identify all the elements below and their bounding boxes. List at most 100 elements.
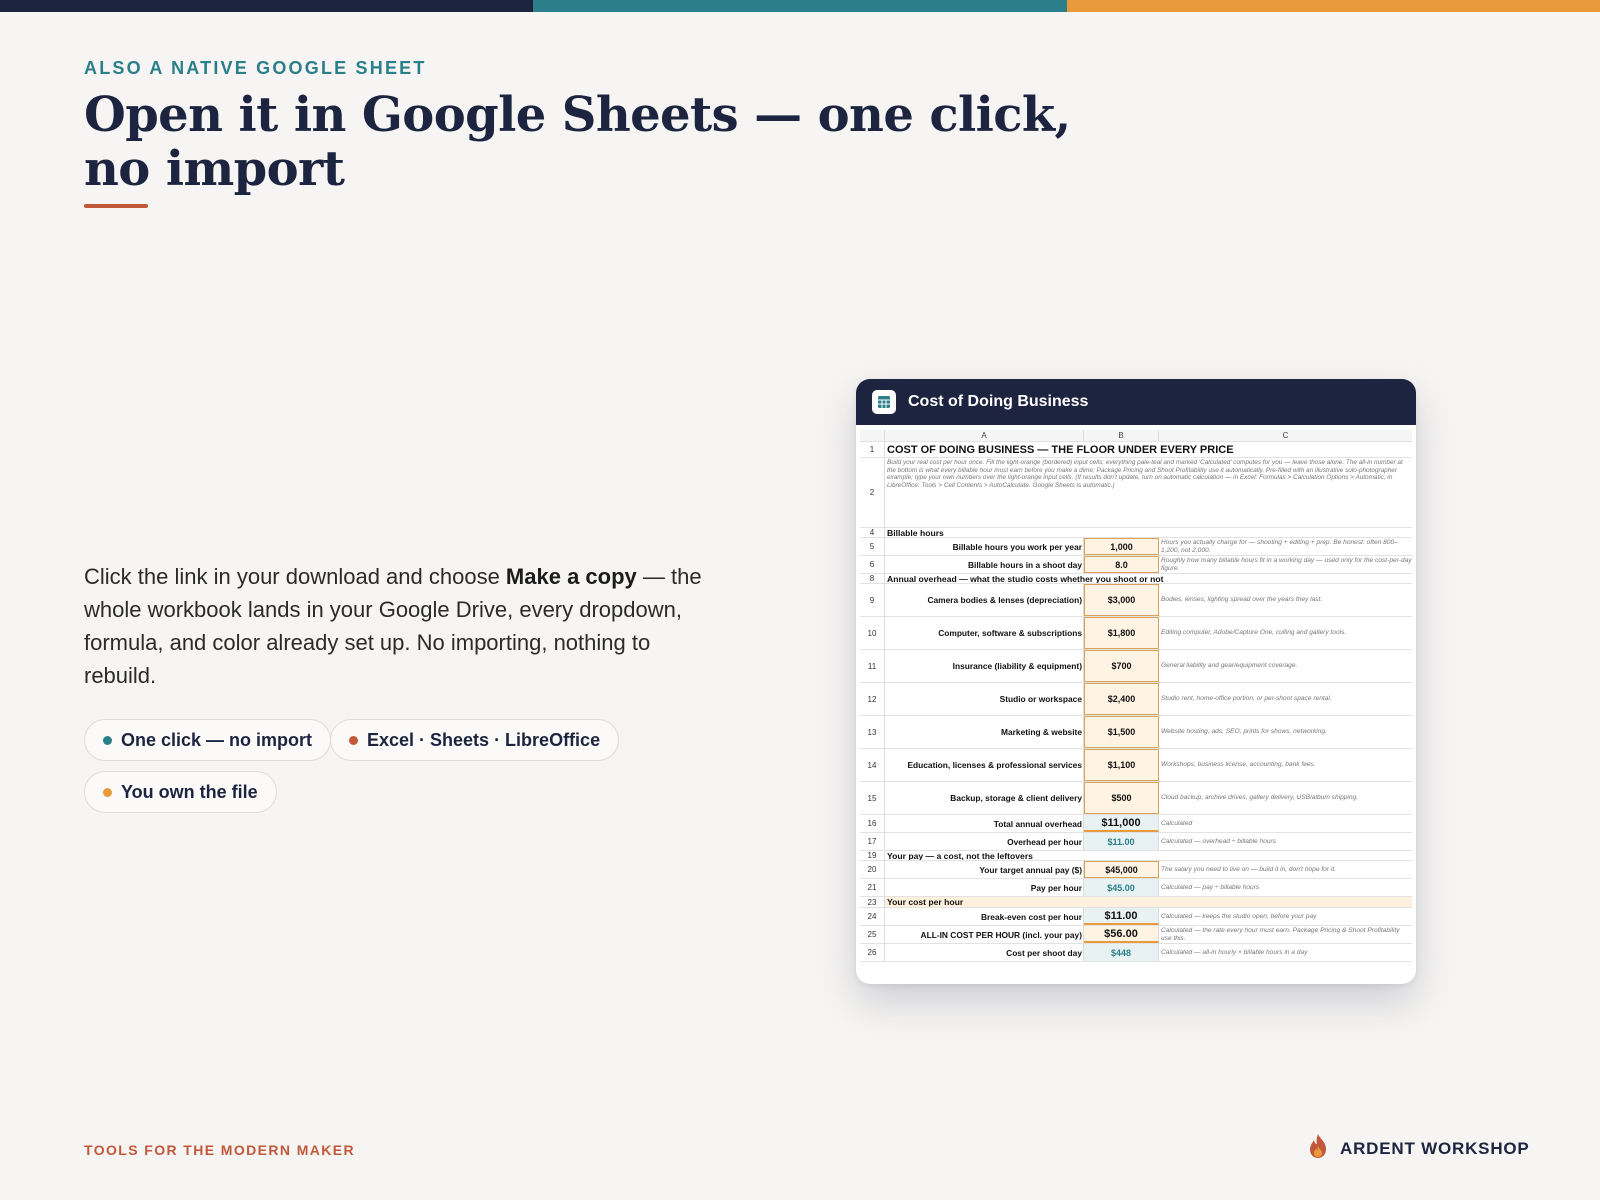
row-label-cell: Break-even cost per hour	[885, 908, 1084, 925]
calculated-value-cell: $56.00	[1084, 926, 1159, 943]
column-header: C	[1282, 430, 1289, 440]
sheet-row: 15 Backup, storage & client delivery $500 C…	[860, 782, 1412, 815]
note-cell: Hours you actually charge for — shooting…	[1161, 539, 1398, 554]
row-label-cell: Insurance (liability & equipment)	[885, 650, 1084, 682]
calculated-value-cell: $11,000	[1084, 815, 1159, 832]
top-color-bar	[0, 0, 1600, 12]
eyebrow-label: ALSO A NATIVE GOOGLE SHEET	[84, 58, 427, 78]
row-label-cell: ALL-IN COST PER HOUR (incl. your pay)	[885, 926, 1084, 943]
row-label-cell: Total annual overhead	[885, 815, 1084, 832]
note-cell: General liability and gear/equipment cov…	[1161, 662, 1298, 670]
sheet-row: 17 Overhead per hour $11.00 Calculated — ov…	[860, 833, 1412, 851]
sheet-row: 1 COST OF DOING BUSINESS — THE FLOOR UNDE…	[860, 442, 1412, 458]
row-number: 16	[860, 815, 885, 832]
calculated-value-cell: $45.00	[1084, 879, 1159, 896]
note-cell: Editing computer, Adobe/Capture One, cul…	[1161, 629, 1347, 637]
input-value-cell: $45,000	[1084, 861, 1159, 878]
card-header: Cost of Doing Business	[856, 379, 1416, 425]
sheet-row: 11 Insurance (liability & equipment) $700 G…	[860, 650, 1412, 683]
input-value-cell: $500	[1084, 782, 1159, 814]
sheet-row: 5 Billable hours you work per year 1,000 Ho…	[860, 538, 1412, 556]
calculated-value-cell: $11.00	[1084, 908, 1159, 925]
row-number: 25	[860, 926, 885, 943]
row-number: 24	[860, 908, 885, 925]
sheet-row: 19 Your pay — a cost, not the leftovers	[860, 851, 1412, 861]
sheet-row: 13 Marketing & website $1,500 Website hosti…	[860, 716, 1412, 749]
body-paragraph: Click the link in your download and choo…	[84, 560, 724, 692]
footer-tagline: TOOLS FOR THE MODERN MAKER	[84, 1142, 356, 1158]
sheet-title-cell: COST OF DOING BUSINESS — THE FLOOR UNDER…	[887, 443, 1234, 456]
section-header-cell: Your cost per hour	[885, 897, 1412, 907]
row-number: 1	[860, 442, 885, 457]
section-header-cell: Annual overhead — what the studio costs …	[887, 574, 1164, 583]
row-label-cell: Studio or workspace	[885, 683, 1084, 715]
pill-dot-icon	[103, 735, 112, 745]
top-bar-segment-navy	[0, 0, 534, 12]
row-number: 23	[860, 897, 885, 907]
row-number: 20	[860, 861, 885, 878]
row-number: 9	[860, 584, 885, 616]
sheet-row: 12 Studio or workspace $2,400 Studio rent, …	[860, 683, 1412, 716]
sheet-row: 20 Your target annual pay ($) $45,000 The s…	[860, 861, 1412, 879]
sheet-row: 25 ALL-IN COST PER HOUR (incl. your pay) $…	[860, 926, 1412, 944]
body-text-1: Click the link in your download and choo…	[84, 564, 506, 589]
row-label-cell: Cost per shoot day	[885, 944, 1084, 961]
calculated-value-cell: $11.00	[1084, 833, 1159, 850]
note-cell: Workshops, business license, accounting,…	[1161, 761, 1316, 769]
sheet-row: 26 Cost per shoot day $448 Calculated — all…	[860, 944, 1412, 962]
calculated-value-cell: $448	[1084, 944, 1159, 961]
input-value-cell: $3,000	[1084, 584, 1159, 616]
note-cell: Calculated — the rate every hour must ea…	[1161, 927, 1400, 942]
input-value-cell: $2,400	[1084, 683, 1159, 715]
row-number: 26	[860, 944, 885, 961]
sheet-row: 8 Annual overhead — what the studio costs…	[860, 574, 1412, 584]
spreadsheet-preview-card: Cost of Doing Business A B C 1 COST OF DOING…	[856, 379, 1416, 984]
row-number: 4	[860, 528, 885, 537]
row-label-cell: Billable hours in a shoot day	[885, 556, 1084, 573]
row-number: 13	[860, 716, 885, 748]
input-value-cell: 1,000	[1084, 538, 1159, 555]
row-label-cell: Education, licenses & professional servi…	[885, 749, 1084, 781]
input-value-cell: $700	[1084, 650, 1159, 682]
body-emphasis: Make a copy	[505, 564, 637, 589]
row-number: 12	[860, 683, 885, 715]
row-number: 19	[860, 851, 885, 860]
row-label-cell: Backup, storage & client delivery	[885, 782, 1084, 814]
row-label-cell: Overhead per hour	[885, 833, 1084, 850]
feature-pill-own-file: You own the file	[84, 771, 277, 813]
top-bar-segment-orange	[1066, 0, 1600, 12]
feature-pill-one-click: One click — no import	[84, 719, 332, 761]
row-number: 5	[860, 538, 885, 555]
brand-name: ARDENT WORKSHOP	[1340, 1138, 1530, 1158]
note-cell: Bodies, lenses, lighting spread over the…	[1161, 596, 1323, 604]
row-number: 11	[860, 650, 885, 682]
sheet-row: 6 Billable hours in a shoot day 8.0 Roughly…	[860, 556, 1412, 574]
sheet-row: 21 Pay per hour $45.00 Calculated — pay ÷ b…	[860, 879, 1412, 897]
spreadsheet-grid: A B C 1 COST OF DOING BUSINESS — THE FLOOR U…	[860, 430, 1412, 962]
pill-label: One click — no import	[121, 729, 313, 750]
sheet-row: 24 Break-even cost per hour $11.00 Calculat…	[860, 908, 1412, 926]
row-number: 17	[860, 833, 885, 850]
sheet-row: 23 Your cost per hour	[860, 897, 1412, 908]
column-header: B	[1084, 430, 1159, 441]
column-header: A	[885, 430, 1084, 441]
note-cell: Roughly how many billable hours fit in a…	[1161, 557, 1412, 572]
sheet-row: 9 Camera bodies & lenses (depreciation) $3…	[860, 584, 1412, 617]
row-number: 6	[860, 556, 885, 573]
sheet-row: 2 Build your real cost per hour once. Fil…	[860, 458, 1412, 528]
note-cell: Calculated — pay ÷ billable hours	[1161, 883, 1260, 891]
sheet-row: 10 Computer, software & subscriptions $1,8…	[860, 617, 1412, 650]
pill-label: Excel · Sheets · LibreOffice	[367, 729, 601, 750]
row-number: 14	[860, 749, 885, 781]
input-value-cell: 8.0	[1084, 556, 1159, 573]
sheet-row: 4 Billable hours	[860, 528, 1412, 538]
row-number: 15	[860, 782, 885, 814]
spreadsheet-icon	[872, 390, 896, 414]
input-value-cell: $1,800	[1084, 617, 1159, 649]
note-cell: Calculated	[1161, 819, 1193, 827]
page-title: Open it in Google Sheets — one click, no…	[84, 87, 1071, 197]
note-cell: Calculated — keeps the studio open, befo…	[1161, 912, 1317, 920]
sheet-row: 16 Total annual overhead $11,000 Calculated	[860, 815, 1412, 833]
note-cell: Cloud backup, archive drives, gallery de…	[1161, 794, 1359, 802]
row-number: 21	[860, 879, 885, 896]
